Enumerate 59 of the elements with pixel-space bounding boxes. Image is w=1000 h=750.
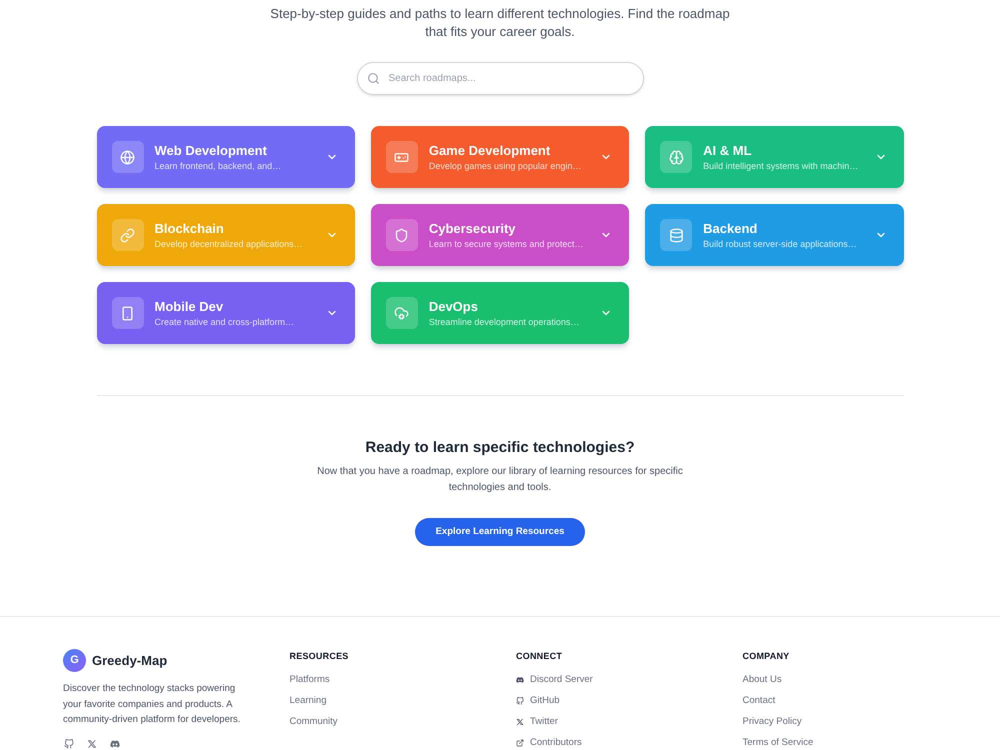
card-description: Learn to secure systems and protect… <box>428 238 584 250</box>
footer-heading: CONNECT <box>516 650 562 662</box>
explore-resources-button[interactable]: Explore Learning Resources <box>414 518 586 546</box>
cta-heading: Ready to learn specific technologies? <box>365 438 635 458</box>
footer-link[interactable]: Discord Server <box>516 674 593 686</box>
footer-link[interactable]: Contact <box>742 695 776 707</box>
github-icon[interactable] <box>64 738 74 748</box>
card-description: Develop games using popular engin… <box>428 160 582 172</box>
card-description: Build intelligent systems with machin… <box>703 160 858 172</box>
footer-heading: RESOURCES <box>290 650 349 662</box>
roadmap-card[interactable]: Web Development Learn frontend, backend, and… <box>96 126 355 188</box>
footer-link[interactable]: Privacy Policy <box>742 716 802 728</box>
gamepad-icon <box>386 141 418 173</box>
x-logo-icon[interactable] <box>87 738 97 748</box>
roadmap-card[interactable]: Backend Build robust server-side applications… <box>645 204 904 266</box>
footer-link[interactable]: Terms of Service <box>742 737 814 749</box>
card-title: Web Development <box>154 142 267 158</box>
intro-text: Step-by-step guides and paths to learn different technologies. Find the roadmap that fits your career goals. <box>269 5 731 41</box>
card-description: Develop decentralized applications… <box>154 238 303 250</box>
card-title: Game Development <box>428 142 550 158</box>
card-title: Backend <box>703 220 758 236</box>
x-logo-icon <box>516 718 524 726</box>
card-description: Build robust server-side applications… <box>703 238 857 250</box>
discord-icon[interactable] <box>110 738 120 748</box>
card-description: Streamline development operations… <box>428 316 580 328</box>
card-description: Create native and cross-platform… <box>154 316 294 328</box>
chain-link-icon <box>112 219 144 251</box>
card-title: DevOps <box>428 298 478 314</box>
cta-text: Now that you have a roadmap, explore our library of learning resources for specific technologies and tools. <box>316 465 684 495</box>
cloud-gear-icon <box>386 297 418 329</box>
smartphone-icon <box>112 297 144 329</box>
search-icon <box>366 72 380 85</box>
footer-link[interactable]: Learning <box>290 695 326 707</box>
brain-icon <box>660 141 692 173</box>
logo-mark: G <box>63 649 86 672</box>
footer-link[interactable]: Community <box>290 716 338 728</box>
search-field[interactable]: Search roadmaps... <box>356 62 644 95</box>
card-title: Blockchain <box>154 220 224 236</box>
footer-link[interactable]: Twitter <box>516 716 558 728</box>
card-title: Mobile Dev <box>154 298 224 314</box>
roadmap-card[interactable]: Cybersecurity Learn to secure systems and protect… <box>370 204 630 266</box>
brand-name: Greedy-Map <box>92 652 168 670</box>
card-title: AI & ML <box>703 142 752 158</box>
footer-heading: COMPANY <box>742 650 790 662</box>
footer-link[interactable]: Contributors <box>516 737 582 749</box>
card-title: Cybersecurity <box>428 220 516 236</box>
footer-link[interactable]: GitHub <box>516 695 560 707</box>
footer-link[interactable]: Platforms <box>290 674 330 686</box>
card-description: Learn frontend, backend, and… <box>154 160 282 172</box>
external-link-icon <box>516 739 524 747</box>
roadmap-card[interactable]: Mobile Dev Create native and cross-platform… <box>96 282 355 344</box>
globe-icon <box>112 141 144 173</box>
footer-link[interactable]: About Us <box>742 674 782 686</box>
shield-icon <box>386 219 418 251</box>
discord-icon <box>516 676 524 684</box>
brand-description: Discover the technology stacks powering your favorite companies and products. A community-driven platform for developers. <box>63 682 242 727</box>
database-icon <box>660 219 692 251</box>
github-icon <box>516 697 524 705</box>
roadmap-card[interactable]: Game Development Develop games using popular engin… <box>370 126 630 188</box>
